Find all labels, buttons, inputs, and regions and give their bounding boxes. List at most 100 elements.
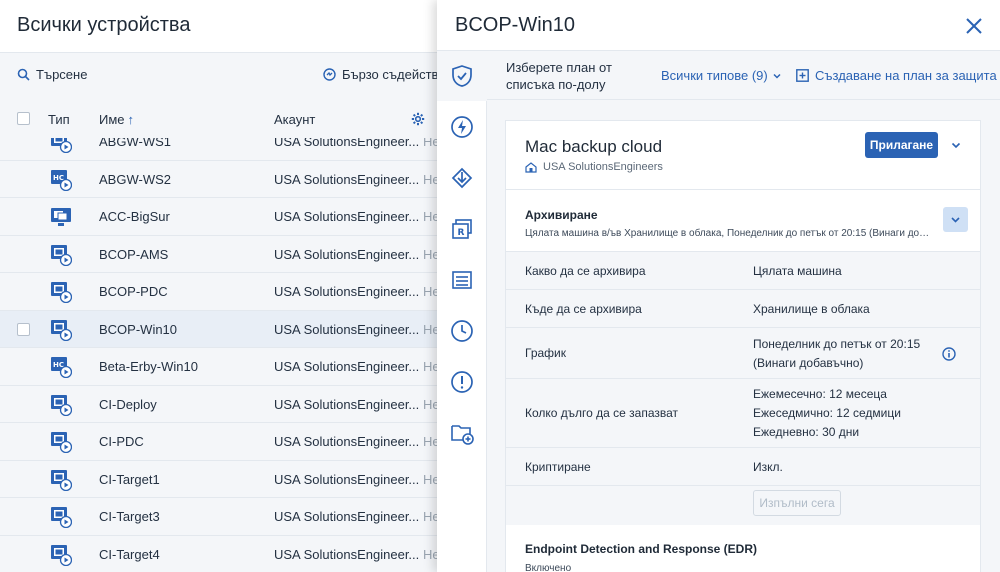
detail-label: Криптиране	[525, 460, 591, 474]
device-account: USA SolutionsEngineer...	[274, 246, 420, 262]
edr-status: Включено	[525, 563, 572, 572]
column-name[interactable]: Име ↑	[99, 112, 134, 127]
deploy-icon[interactable]	[450, 166, 474, 190]
device-list-pane: Всички устройства Търсене Бързо съдейств…	[0, 0, 453, 572]
schedule-line: Понеделник до петък от 20:15	[753, 337, 921, 351]
panel-title: BCOP-Win10	[455, 14, 576, 36]
plan-content-area: Mac backup cloud USA SolutionsEngineers …	[487, 100, 1000, 572]
device-table-body: ABGW-WS1 USA SolutionsEngineer... Не HC ABGW…	[0, 138, 440, 572]
plan-name: Mac backup cloud	[525, 137, 663, 156]
sort-ascending-icon: ↑	[127, 112, 135, 127]
device-name: CI-PDC	[99, 434, 144, 449]
table-row[interactable]: CI-Target4 USA SolutionsEngineer... Не	[0, 535, 440, 572]
device-name: CI-Deploy	[99, 396, 157, 412]
shield-icon[interactable]	[450, 64, 474, 88]
table-row[interactable]: BCOP-PDC USA SolutionsEngineer... Не	[0, 273, 440, 311]
device-name: BCOP-Win10	[99, 321, 178, 337]
windows-device-icon	[51, 244, 72, 266]
create-plan-button[interactable]: Създаване на план за защита	[796, 68, 997, 83]
alert-icon[interactable]	[450, 370, 474, 394]
windows-device-icon	[51, 432, 72, 453]
retention-line: Ежедневно: 30 дни	[753, 425, 860, 439]
device-name: ABGW-WS1	[99, 138, 171, 149]
table-row[interactable]: CI-Target3 USA SolutionsEngineer... Не	[0, 498, 440, 536]
device-name: ABGW-WS2	[99, 171, 171, 187]
detail-row-where: Къде да се архивира Хранилище в облака	[506, 289, 980, 327]
detail-value: Цялата машина	[753, 264, 842, 278]
windows-device-icon	[51, 507, 72, 528]
list-toolbar: Търсене Бързо съдействие	[0, 52, 453, 100]
plan-owner: USA SolutionsEngineers	[525, 161, 663, 173]
plan-selection-bar: Изберете план от списъка по-долу Всички …	[487, 50, 1000, 100]
table-row[interactable]: CI-PDC USA SolutionsEngineer... Не	[0, 423, 440, 461]
close-icon[interactable]	[964, 16, 984, 36]
edr-section-title: Endpoint Detection and Response (EDR)	[525, 542, 758, 556]
backup-section-title: Архивиране	[525, 208, 598, 222]
row-checkbox[interactable]	[17, 322, 30, 336]
plan-selection-hint: Изберете план от списъка по-долу	[506, 60, 612, 92]
retention-line: Ежеседмично: 12 седмици	[753, 406, 901, 420]
table-row[interactable]: ACC-BigSur USA SolutionsEngineer... Не	[0, 198, 440, 236]
folder-add-icon[interactable]	[450, 421, 474, 445]
quick-assist-icon	[323, 68, 336, 81]
detail-row-retention: Колко дълго да се запазват Ежемесечно: 1…	[506, 378, 980, 447]
column-name-label: Име	[99, 112, 125, 127]
clock-icon[interactable]	[450, 319, 474, 343]
plan-owner-label: USA SolutionsEngineers	[543, 161, 663, 173]
card-divider	[506, 189, 980, 190]
lightning-icon[interactable]	[450, 115, 474, 139]
table-row[interactable]: CI-Deploy USA SolutionsEngineer... Не	[0, 385, 440, 423]
search-icon	[17, 68, 30, 81]
table-row[interactable]: ABGW-WS1 USA SolutionsEngineer... Не	[0, 138, 440, 161]
collapse-section-button[interactable]	[943, 207, 968, 232]
run-now-button[interactable]: Изпълни сега	[753, 490, 841, 516]
chevron-down-icon	[951, 217, 960, 223]
detail-label: Къде да се архивира	[525, 302, 642, 316]
detail-label: График	[525, 346, 566, 360]
search-label: Търсене	[36, 67, 88, 82]
gear-icon[interactable]	[411, 112, 425, 126]
info-icon[interactable]	[942, 347, 956, 361]
backup-section-summary: Цялата машина в/ъв Хранилище в облака, П…	[525, 228, 930, 239]
chevron-down-icon	[773, 73, 781, 79]
device-account: USA SolutionsEngineer...	[274, 209, 420, 224]
plan-type-filter[interactable]: Всички типове (9)	[661, 68, 782, 83]
select-all-checkbox[interactable]	[17, 112, 30, 125]
table-row[interactable]: CI-Target1 USA SolutionsEngineer... Не	[0, 460, 440, 498]
device-account: USA SolutionsEngineer...	[274, 359, 420, 374]
table-row[interactable]: HC ABGW-WS2 USA SolutionsEngineer... Не	[0, 160, 440, 198]
panel-side-rail: R	[437, 50, 487, 572]
table-row[interactable]: BCOP-Win10 USA SolutionsEngineer... Не	[0, 310, 440, 348]
device-name: BCOP-AMS	[99, 246, 169, 262]
device-account: USA SolutionsEngineer...	[274, 509, 420, 524]
table-row[interactable]: HC Beta-Erby-Win10 USA SolutionsEngineer..…	[0, 348, 440, 386]
detail-value: Ежемесечно: 12 месеца Ежеседмично: 12 се…	[753, 385, 901, 442]
detail-row-encryption: Криптиране Изкл.	[506, 447, 980, 485]
device-account: USA SolutionsEngineer...	[274, 434, 420, 449]
device-account: USA SolutionsEngineer...	[274, 321, 420, 337]
mac-device-icon	[51, 208, 71, 226]
column-type[interactable]: Тип	[48, 112, 70, 127]
detail-row-schedule: График Понеделник до петък от 20:15 (Вин…	[506, 327, 980, 378]
device-name: Beta-Erby-Win10	[99, 359, 198, 374]
detail-value: Изкл.	[753, 460, 783, 474]
search-field[interactable]: Търсене	[17, 67, 87, 82]
device-name: CI-Target1	[99, 471, 160, 487]
recovery-icon[interactable]: R	[450, 217, 474, 241]
chevron-down-icon[interactable]	[950, 139, 962, 151]
organization-icon	[525, 161, 537, 173]
device-name: BCOP-PDC	[99, 284, 168, 299]
column-account[interactable]: Акаунт	[274, 112, 315, 127]
quick-assist-button[interactable]: Бързо съдействие	[323, 67, 453, 82]
plan-card: Mac backup cloud USA SolutionsEngineers …	[505, 120, 981, 572]
page-title: Всички устройства	[17, 14, 191, 36]
inventory-icon[interactable]	[450, 268, 474, 292]
table-row[interactable]: BCOP-AMS USA SolutionsEngineer... Не	[0, 235, 440, 273]
windows-device-icon	[51, 394, 72, 416]
detail-row-actions	[506, 485, 980, 525]
table-header: Тип Име ↑ Акаунт	[0, 100, 440, 138]
detail-row-what: Какво да се архивира Цялата машина	[506, 251, 980, 289]
windows-device-icon	[51, 544, 72, 566]
apply-button[interactable]: Прилагане	[865, 132, 938, 158]
device-name: CI-Target4	[99, 546, 160, 562]
